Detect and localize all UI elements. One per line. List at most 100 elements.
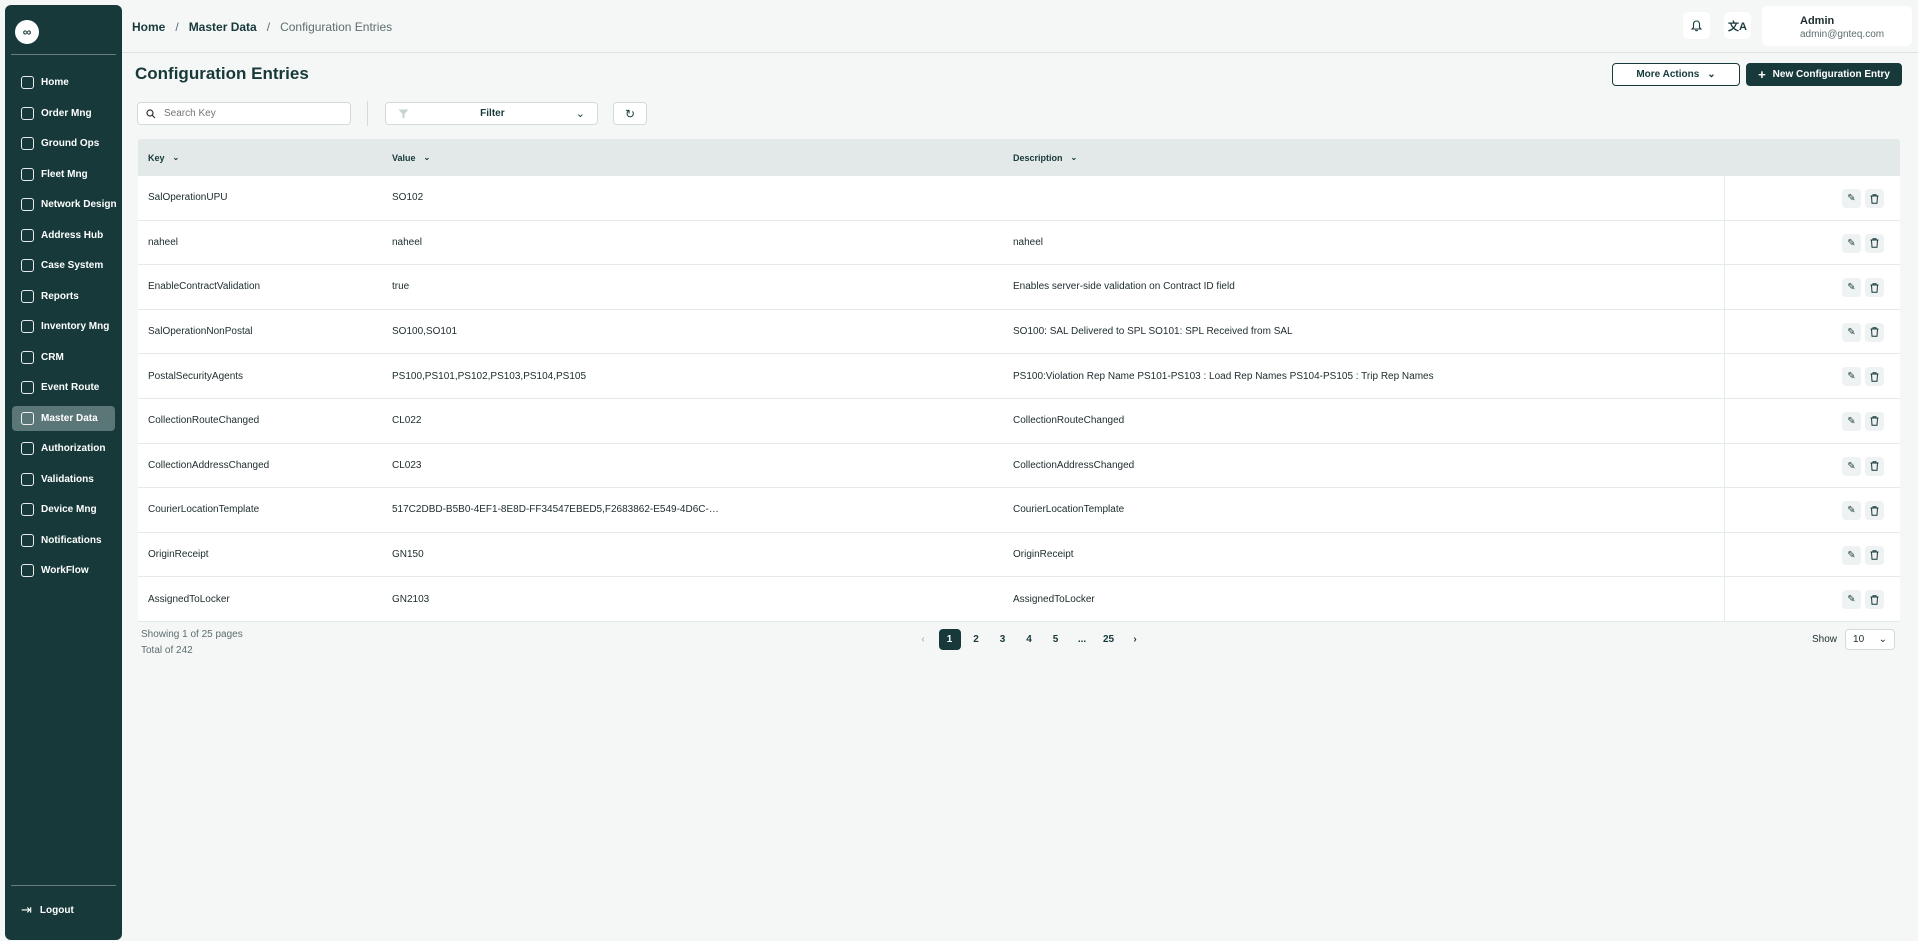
sidebar-item-home[interactable]: Home <box>12 70 115 96</box>
pencil-icon: ✎ <box>1847 237 1856 249</box>
sidebar-item-fleet-mng[interactable]: Fleet Mng <box>12 162 115 188</box>
edit-button[interactable]: ✎ <box>1842 278 1861 298</box>
sidebar-item-label: Inventory Mng <box>41 321 110 333</box>
app-logo[interactable]: ∞ <box>15 20 39 44</box>
delete-button[interactable] <box>1865 322 1884 342</box>
sidebar-item-ground-ops[interactable]: Ground Ops <box>12 131 115 157</box>
table-row[interactable]: PostalSecurityAgents PS100,PS101,PS102,PS… <box>138 354 1900 399</box>
search-input[interactable] <box>164 108 334 119</box>
edit-button[interactable]: ✎ <box>1842 590 1861 610</box>
page-size-select[interactable]: 10 ⌄ <box>1845 629 1896 650</box>
actions-divider <box>1724 265 1725 309</box>
actions-divider <box>1724 532 1725 577</box>
actions-divider <box>1724 309 1725 354</box>
search-icon <box>146 108 156 118</box>
edit-button[interactable]: ✎ <box>1842 189 1861 208</box>
sidebar-item-address-hub[interactable]: Address Hub <box>12 223 115 249</box>
sidebar-item-label: Notifications <box>41 534 102 546</box>
notifications-button[interactable] <box>1683 12 1710 39</box>
sidebar-divider-bottom <box>11 885 116 886</box>
table-row[interactable]: SalOperationUPU SO102 ✎ <box>138 176 1900 221</box>
logo-glyph: ∞ <box>22 25 32 39</box>
sidebar-item-crm[interactable]: CRM <box>12 345 115 371</box>
delete-button[interactable] <box>1865 590 1884 610</box>
next-page-button[interactable]: › <box>1124 629 1146 650</box>
sidebar-item-network-design[interactable]: Network Design <box>12 192 117 218</box>
sidebar-item-device-mng[interactable]: Device Mng <box>12 497 115 523</box>
table-row[interactable]: CourierLocationTemplate 517C2DBD-B5B0-4EF… <box>138 488 1900 533</box>
delete-button[interactable] <box>1865 278 1884 298</box>
refresh-button[interactable]: ↻ <box>613 102 647 125</box>
sort-icon: ⌄ <box>172 153 180 162</box>
table-row[interactable]: EnableContractValidation true Enables serv… <box>138 265 1900 310</box>
column-label: Value <box>392 152 416 163</box>
breadcrumb-separator: / <box>266 20 271 34</box>
sidebar-item-inventory-mng[interactable]: Inventory Mng <box>12 314 115 340</box>
sidebar-item-workflow[interactable]: WorkFlow <box>12 558 115 584</box>
table-row[interactable]: SalOperationNonPostal SO100,SO101 SO100: S… <box>138 309 1900 355</box>
edit-button[interactable]: ✎ <box>1842 501 1861 521</box>
edit-button[interactable]: ✎ <box>1842 233 1861 253</box>
delete-button[interactable] <box>1865 545 1884 565</box>
value-cell: naheel <box>392 236 423 248</box>
page-button[interactable]: 3 <box>992 629 1014 650</box>
sidebar-item-reports[interactable]: Reports <box>12 284 115 310</box>
delete-button[interactable] <box>1865 189 1884 208</box>
logout-button[interactable]: ⇥ Logout <box>12 898 115 922</box>
table-row[interactable]: AssignedToLocker GN2103 AssignedToLocker ✎ <box>138 577 1900 622</box>
more-actions-label: More Actions <box>1636 69 1700 80</box>
sidebar-item-label: Reports <box>41 290 79 302</box>
table-row[interactable]: naheel naheel naheel ✎ <box>138 220 1900 266</box>
actions-divider <box>1724 220 1725 265</box>
table-row[interactable]: CollectionAddressChanged CL023 CollectionA… <box>138 443 1900 489</box>
edit-button[interactable]: ✎ <box>1842 545 1861 565</box>
sidebar-item-master-data[interactable]: Master Data <box>12 405 115 431</box>
sidebar: ∞ Home Order Mng Ground Ops Fleet Mng Networ… <box>5 5 122 940</box>
column-header-value[interactable]: Value ⌄ <box>392 153 430 163</box>
new-configuration-entry-button[interactable]: + New Configuration Entry <box>1746 63 1902 86</box>
user-menu[interactable]: Admin admin@gnteq.com <box>1762 6 1912 46</box>
more-actions-button[interactable]: More Actions ⌄ <box>1612 63 1740 86</box>
delete-button[interactable] <box>1865 233 1884 253</box>
page-button[interactable]: 5 <box>1045 629 1067 650</box>
edit-button[interactable]: ✎ <box>1842 411 1861 431</box>
value-cell: GN2103 <box>392 593 430 605</box>
filter-dropdown[interactable]: Filter ⌄ <box>385 102 598 125</box>
pagination-ellipsis: ... <box>1077 634 1087 645</box>
actions-divider <box>1724 398 1725 443</box>
column-header-key[interactable]: Key ⌄ <box>148 153 179 163</box>
actions-divider <box>1724 577 1725 621</box>
table-body: SalOperationUPU SO102 ✎ naheel naheel naheel ✎… <box>138 176 1900 622</box>
edit-button[interactable]: ✎ <box>1842 456 1861 476</box>
delete-button[interactable] <box>1865 456 1884 476</box>
breadcrumb-master-data[interactable]: Master Data <box>189 20 257 34</box>
page-button[interactable]: 1 <box>938 629 961 650</box>
table-row[interactable]: OriginReceipt GN150 OriginReceipt ✎ <box>138 532 1900 578</box>
refresh-icon: ↻ <box>624 106 636 121</box>
case-icon <box>21 259 34 273</box>
sidebar-item-case-system[interactable]: Case System <box>12 253 115 279</box>
sidebar-item-validations[interactable]: Validations <box>12 467 115 493</box>
edit-button[interactable]: ✎ <box>1842 322 1861 342</box>
page-button[interactable]: 2 <box>965 629 987 650</box>
sidebar-item-order-mng[interactable]: Order Mng <box>12 101 115 127</box>
key-cell: AssignedToLocker <box>148 593 230 605</box>
previous-page-button[interactable]: ‹ <box>912 629 934 650</box>
sidebar-item-event-route[interactable]: Event Route <box>12 375 115 401</box>
language-button[interactable]: 文A <box>1724 12 1751 39</box>
value-cell: GN150 <box>392 549 424 561</box>
page-button[interactable]: 25 <box>1098 629 1120 650</box>
sidebar-item-authorization[interactable]: Authorization <box>12 436 115 462</box>
delete-button[interactable] <box>1865 411 1884 431</box>
delete-button[interactable] <box>1865 367 1884 387</box>
sidebar-item-label: Home <box>41 77 69 89</box>
sidebar-item-notifications[interactable]: Notifications <box>12 528 115 554</box>
breadcrumb-home[interactable]: Home <box>132 20 165 34</box>
page-button[interactable]: 4 <box>1018 629 1040 650</box>
column-header-description[interactable]: Description ⌄ <box>1013 153 1077 163</box>
delete-button[interactable] <box>1865 501 1884 521</box>
edit-button[interactable]: ✎ <box>1842 367 1861 387</box>
page-title: Configuration Entries <box>135 64 309 83</box>
user-email: admin@gnteq.com <box>1800 29 1885 40</box>
table-row[interactable]: CollectionRouteChanged CL022 CollectionRou… <box>138 398 1900 444</box>
